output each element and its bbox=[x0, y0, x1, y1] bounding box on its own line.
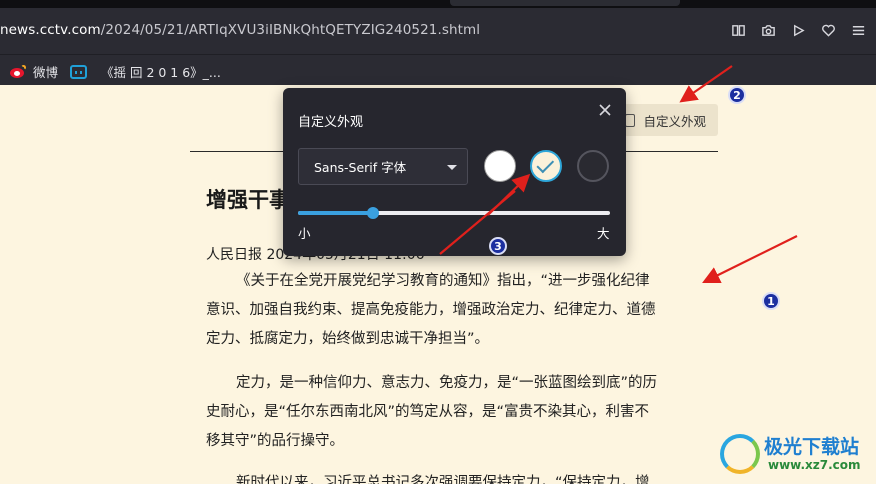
custom-appearance-label: 自定义外观 bbox=[643, 113, 706, 129]
paragraph-line: 《关于在全党开展党纪学习教育的通知》指出，“进一步强化纪律 bbox=[236, 273, 650, 289]
font-family-select[interactable]: Sans-Serif 字体 bbox=[298, 148, 468, 185]
font-select-value: Sans-Serif 字体 bbox=[314, 160, 407, 175]
address-bar: news.cctv.com/2024/05/21/ARTIqXVU3iIBNkQ… bbox=[0, 8, 876, 54]
bilibili-icon bbox=[70, 64, 87, 79]
active-tab-edge[interactable] bbox=[450, 0, 680, 6]
bookmark-weibo[interactable]: 微博 bbox=[10, 62, 58, 81]
paragraph-line: 移其守”的品行操守。 bbox=[206, 433, 345, 449]
theme-swatch-sepia[interactable] bbox=[530, 150, 562, 182]
article-paragraph-2: 定力，是一种信仰力、意志力、免疫力，是“一张蓝图绘到底”的历 史耐心，是“任尔东… bbox=[206, 369, 706, 456]
bookmark-bilibili[interactable]: 《摇 回 2 0 1 6》_... bbox=[70, 62, 221, 81]
annotation-arrow-1 bbox=[702, 235, 798, 284]
close-icon[interactable] bbox=[598, 102, 612, 116]
popup-title: 自定义外观 bbox=[298, 115, 364, 130]
theme-swatch-white[interactable] bbox=[484, 150, 516, 182]
url-host: news.cctv.com bbox=[0, 22, 101, 38]
custom-appearance-button[interactable]: 自定义外观 bbox=[610, 104, 718, 136]
size-max-label: 大 bbox=[597, 226, 610, 241]
annotation-badge-1: 1 bbox=[762, 292, 780, 310]
watermark: 极光下载站 www.xz7.com bbox=[720, 430, 870, 478]
url-path: /2024/05/21/ARTIqXVU3iIBNkQhtQETYZIG2405… bbox=[100, 22, 481, 38]
watermark-title: 极光下载站 bbox=[764, 436, 860, 458]
menu-icon[interactable] bbox=[848, 20, 868, 40]
camera-icon[interactable] bbox=[758, 20, 778, 40]
chevron-down-icon bbox=[447, 165, 457, 170]
watermark-logo-icon bbox=[720, 434, 760, 474]
theme-swatch-dark[interactable] bbox=[577, 150, 609, 182]
paragraph-line: 新时代以来，习近平总书记多次强调要保持定力，“保持定力，增 bbox=[236, 475, 650, 484]
weibo-icon bbox=[10, 64, 27, 79]
toolbar-icons bbox=[728, 20, 868, 40]
annotation-badge-2: 2 bbox=[728, 86, 746, 104]
custom-appearance-popup: 自定义外观 Sans-Serif 字体 小 大 bbox=[283, 88, 626, 256]
bookmark-label: 《摇 回 2 0 1 6》_... bbox=[101, 65, 221, 80]
reader-icon[interactable] bbox=[728, 20, 748, 40]
paragraph-line: 意识、加强自我约束、提高免疫能力，增强政治定力、纪律定力、道德 bbox=[206, 302, 656, 318]
heart-icon[interactable] bbox=[818, 20, 838, 40]
window-top-strip bbox=[0, 0, 876, 8]
article-paragraph-3: 新时代以来，习近平总书记多次强调要保持定力，“保持定力，增 bbox=[206, 469, 706, 484]
paragraph-line: 定力、抵腐定力，始终做到忠诚干净担当”。 bbox=[206, 331, 490, 347]
play-icon[interactable] bbox=[788, 20, 808, 40]
url-field[interactable]: news.cctv.com/2024/05/21/ARTIqXVU3iIBNkQ… bbox=[0, 22, 480, 38]
paragraph-line: 史耐心，是“任尔东西南北风”的笃定从容，是“富贵不染其心，利害不 bbox=[206, 404, 650, 420]
paragraph-line: 定力，是一种信仰力、意志力、免疫力，是“一张蓝图绘到底”的历 bbox=[236, 375, 658, 391]
size-min-label: 小 bbox=[298, 226, 311, 241]
annotation-badge-3: 3 bbox=[489, 237, 507, 255]
bookmark-label: 微博 bbox=[33, 65, 59, 80]
bookmarks-bar: 微博 《摇 回 2 0 1 6》_... bbox=[0, 54, 876, 85]
watermark-url: www.xz7.com bbox=[768, 458, 861, 472]
appearance-icon bbox=[625, 113, 636, 127]
article-paragraph-1: 《关于在全党开展党纪学习教育的通知》指出，“进一步强化纪律 意识、加强自我约束、… bbox=[206, 267, 706, 354]
font-size-slider-thumb[interactable] bbox=[366, 207, 379, 219]
font-size-slider-fill bbox=[298, 211, 373, 215]
